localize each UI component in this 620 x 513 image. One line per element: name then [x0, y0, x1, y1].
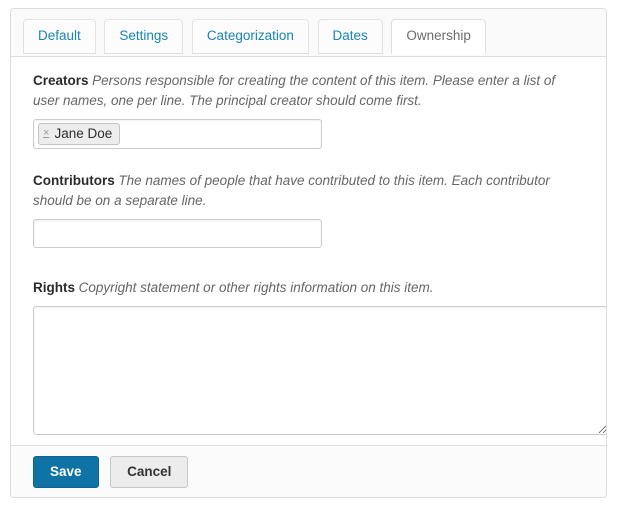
creators-token: × Jane Doe — [38, 123, 121, 145]
save-button[interactable]: Save — [33, 456, 99, 488]
tab-categorization[interactable]: Categorization — [191, 19, 309, 54]
creators-label: Creators — [33, 73, 89, 88]
creators-token-label: Jane Doe — [54, 126, 113, 141]
rights-textarea[interactable] — [33, 306, 606, 435]
field-creators: Creators Persons responsible for creatin… — [33, 71, 584, 149]
rights-label: Rights — [33, 280, 75, 295]
tab-dates[interactable]: Dates — [317, 19, 383, 54]
field-contributors: Contributors The names of people that ha… — [33, 171, 584, 248]
contributors-input[interactable] — [33, 219, 322, 248]
rights-description: Rights Copyright statement or other righ… — [33, 278, 584, 298]
tab-settings[interactable]: Settings — [104, 19, 184, 54]
close-icon[interactable]: × — [43, 128, 49, 139]
tab-bar: Default Settings Categorization Dates Ow… — [11, 9, 606, 57]
contributors-description: Contributors The names of people that ha… — [33, 171, 584, 211]
creators-hint: Persons responsible for creating the con… — [33, 73, 556, 108]
rights-hint: Copyright statement or other rights info… — [78, 280, 434, 295]
field-rights: Rights Copyright statement or other righ… — [33, 278, 606, 435]
creators-description: Creators Persons responsible for creatin… — [33, 71, 584, 111]
creators-token-input[interactable]: × Jane Doe — [33, 119, 322, 149]
contributors-label: Contributors — [33, 173, 115, 188]
cancel-button[interactable]: Cancel — [110, 456, 189, 488]
tab-default[interactable]: Default — [23, 19, 96, 54]
tab-ownership[interactable]: Ownership — [391, 19, 486, 54]
edit-form-card: Default Settings Categorization Dates Ow… — [10, 8, 607, 498]
form-footer: Save Cancel — [11, 445, 606, 497]
form-body: Creators Persons responsible for creatin… — [11, 57, 606, 447]
